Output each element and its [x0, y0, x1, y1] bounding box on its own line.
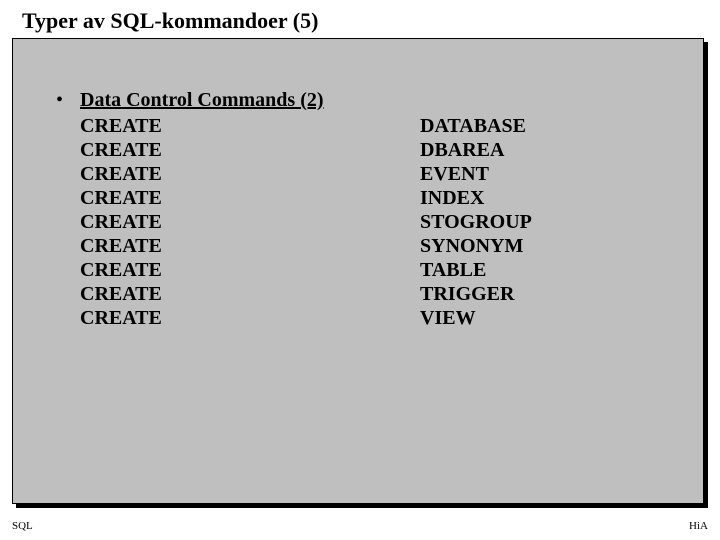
- footer-left: SQL: [12, 520, 33, 532]
- command-left: CREATE: [80, 162, 420, 186]
- command-left: CREATE: [80, 114, 420, 138]
- section-heading: Data Control Commands (2): [80, 88, 324, 112]
- command-left: CREATE: [80, 138, 420, 162]
- command-row: CREATE SYNONYM: [80, 234, 532, 258]
- command-right: STOGROUP: [420, 210, 532, 234]
- command-left: CREATE: [80, 306, 420, 330]
- command-right: INDEX: [420, 186, 484, 210]
- command-right: TABLE: [420, 258, 486, 282]
- command-row: CREATE STOGROUP: [80, 210, 532, 234]
- command-right: SYNONYM: [420, 234, 523, 258]
- command-left: CREATE: [80, 186, 420, 210]
- command-row: CREATE VIEW: [80, 306, 532, 330]
- page-title: Typer av SQL-kommandoer (5): [22, 8, 318, 34]
- command-row: CREATE DATABASE: [80, 114, 532, 138]
- command-row: CREATE INDEX: [80, 186, 532, 210]
- command-left: CREATE: [80, 210, 420, 234]
- command-left: CREATE: [80, 282, 420, 306]
- command-row: CREATE EVENT: [80, 162, 532, 186]
- command-right: DATABASE: [420, 114, 526, 138]
- command-left: CREATE: [80, 234, 420, 258]
- command-left: CREATE: [80, 258, 420, 282]
- content-block: • Data Control Commands (2) CREATE DATAB…: [56, 88, 532, 330]
- command-list: CREATE DATABASE CREATE DBAREA CREATE EVE…: [80, 114, 532, 330]
- slide: Typer av SQL-kommandoer (5) • Data Contr…: [0, 0, 720, 540]
- command-right: DBAREA: [420, 138, 504, 162]
- command-right: VIEW: [420, 306, 476, 330]
- command-row: CREATE TABLE: [80, 258, 532, 282]
- command-row: CREATE DBAREA: [80, 138, 532, 162]
- command-row: CREATE TRIGGER: [80, 282, 532, 306]
- footer-right: HiA: [689, 520, 708, 532]
- command-right: EVENT: [420, 162, 489, 186]
- bullet-row: • Data Control Commands (2): [56, 88, 532, 112]
- bullet-icon: •: [56, 88, 80, 112]
- command-right: TRIGGER: [420, 282, 514, 306]
